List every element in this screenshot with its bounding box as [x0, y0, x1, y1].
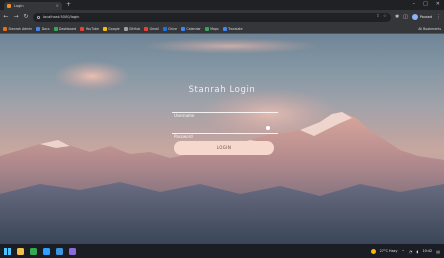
start-icon[interactable] — [4, 247, 11, 255]
vscode-icon[interactable] — [56, 247, 63, 255]
toolbar-icons: ✱ ◫ Paused ⋮ — [395, 14, 441, 20]
bookmark-label: GitHub — [129, 26, 141, 31]
bookmarks-bar: Stanrah Admin Docs Dashboard YouTube Google G… — [0, 24, 444, 34]
bookmark-item[interactable]: Gmail — [144, 26, 159, 31]
bookmarks-right: All Bookmarks — [418, 27, 441, 31]
bookmark-item[interactable]: YouTube — [80, 26, 99, 31]
bookmark-item[interactable]: Google — [102, 26, 120, 31]
reload-icon[interactable]: ↻ — [23, 14, 29, 20]
login-button[interactable]: LOGIN — [174, 141, 274, 155]
system-tray: 27°C Hazy ⌃ ◔ ◖ 10:42 ▤ — [370, 248, 440, 254]
bookmark-favicon-icon — [3, 26, 7, 31]
bookmark-label: Drive — [168, 26, 177, 31]
username-field — [172, 102, 278, 121]
taskbar: 27°C Hazy ⌃ ◔ ◖ 10:42 ▤ — [0, 244, 444, 258]
menu-icon[interactable]: ⋮ — [436, 14, 441, 20]
store-icon[interactable] — [69, 247, 76, 255]
bookmark-label: Dashboard — [59, 26, 77, 31]
bookmark-item[interactable]: Calendar — [180, 26, 201, 31]
bookmark-label: YouTube — [85, 26, 99, 31]
browser-tab-strip: Login × + – □ ✕ — [0, 0, 444, 10]
weather-icon[interactable] — [370, 248, 376, 254]
browser-tab[interactable]: Login × — [4, 2, 62, 10]
volume-icon[interactable]: ◖ — [416, 249, 418, 254]
bookmark-label: Maps — [210, 26, 219, 31]
foreground-hills — [0, 182, 444, 244]
login-page: Stanrah Login LOGIN — [0, 34, 444, 244]
bookmark-star-icon[interactable]: ☆ — [383, 14, 387, 20]
bookmark-item[interactable]: Docs — [36, 26, 50, 31]
tab-title: Login — [14, 4, 24, 8]
file-explorer-icon[interactable] — [17, 247, 24, 255]
taskbar-apps — [4, 247, 76, 255]
show-password-icon[interactable] — [266, 126, 270, 130]
bookmark-favicon-icon — [204, 26, 209, 31]
bookmark-favicon-icon — [180, 26, 185, 31]
page-title: Stanrah Login — [188, 85, 256, 95]
clock[interactable]: 10:42 — [422, 249, 432, 253]
bookmark-item[interactable]: Translate — [222, 26, 243, 31]
bookmark-favicon-icon — [102, 26, 107, 31]
close-window-button[interactable]: ✕ — [436, 1, 440, 8]
password-field — [172, 123, 278, 142]
bookmark-item[interactable]: GitHub — [123, 26, 141, 31]
profile-label: Paused — [419, 15, 432, 19]
avatar — [411, 14, 418, 20]
maximize-button[interactable]: □ — [423, 1, 428, 8]
password-input[interactable] — [172, 131, 278, 142]
all-bookmarks-button[interactable]: All Bookmarks — [418, 27, 441, 31]
bookmark-favicon-icon — [222, 26, 227, 31]
weather-text[interactable]: 27°C Hazy — [380, 249, 398, 253]
forward-icon[interactable]: → — [13, 14, 19, 20]
site-info-icon[interactable] — [37, 15, 40, 19]
username-input[interactable] — [172, 110, 278, 121]
bookmark-label: Docs — [41, 26, 50, 31]
address-bar[interactable]: localhost:5000/login ⇪ ☆ — [33, 12, 391, 22]
bookmark-label: Stanrah Admin — [8, 26, 33, 31]
bookmark-label: Translate — [228, 26, 243, 31]
new-tab-button[interactable]: + — [66, 1, 71, 9]
notification-icon[interactable]: ▤ — [436, 249, 440, 254]
minimize-button[interactable]: – — [413, 1, 416, 8]
bookmark-favicon-icon — [80, 26, 85, 31]
bookmark-item[interactable]: Dashboard — [53, 26, 77, 31]
bookmark-label: Calendar — [186, 26, 201, 31]
extensions-icon[interactable]: ✱ — [395, 14, 399, 20]
bookmark-favicon-icon — [162, 26, 167, 31]
bookmark-label: Gmail — [149, 26, 159, 31]
wifi-icon[interactable]: ◔ — [409, 249, 413, 254]
bookmark-favicon-icon — [53, 26, 58, 31]
bookmark-favicon-icon — [123, 26, 128, 31]
chrome-icon[interactable] — [30, 247, 37, 255]
bookmark-label: Google — [108, 26, 120, 31]
chevron-up-icon[interactable]: ⌃ — [401, 249, 404, 254]
window-controls: – □ ✕ — [413, 1, 440, 8]
profile-button[interactable]: Paused — [411, 14, 432, 20]
tab-search-icon[interactable]: ◫ — [403, 14, 408, 20]
bookmark-item[interactable]: Drive — [162, 26, 177, 31]
tab-close-icon[interactable]: × — [56, 4, 59, 8]
bookmark-item[interactable]: Maps — [204, 26, 219, 31]
bookmark-item[interactable]: Stanrah Admin — [3, 26, 33, 31]
bookmark-favicon-icon — [36, 26, 41, 31]
share-icon[interactable]: ⇪ — [376, 14, 380, 20]
cloud-top — [140, 38, 320, 54]
browser-toolbar: ← → ↻ localhost:5000/login ⇪ ☆ ✱ ◫ Pause… — [0, 10, 444, 24]
bookmark-favicon-icon — [144, 26, 149, 31]
url-text[interactable]: localhost:5000/login — [43, 15, 373, 19]
back-icon[interactable]: ← — [3, 14, 9, 20]
screen: Login × + – □ ✕ ← → ↻ localhost:5000/log… — [0, 0, 444, 258]
edge-icon[interactable] — [43, 247, 50, 255]
tab-favicon-icon — [7, 4, 11, 8]
